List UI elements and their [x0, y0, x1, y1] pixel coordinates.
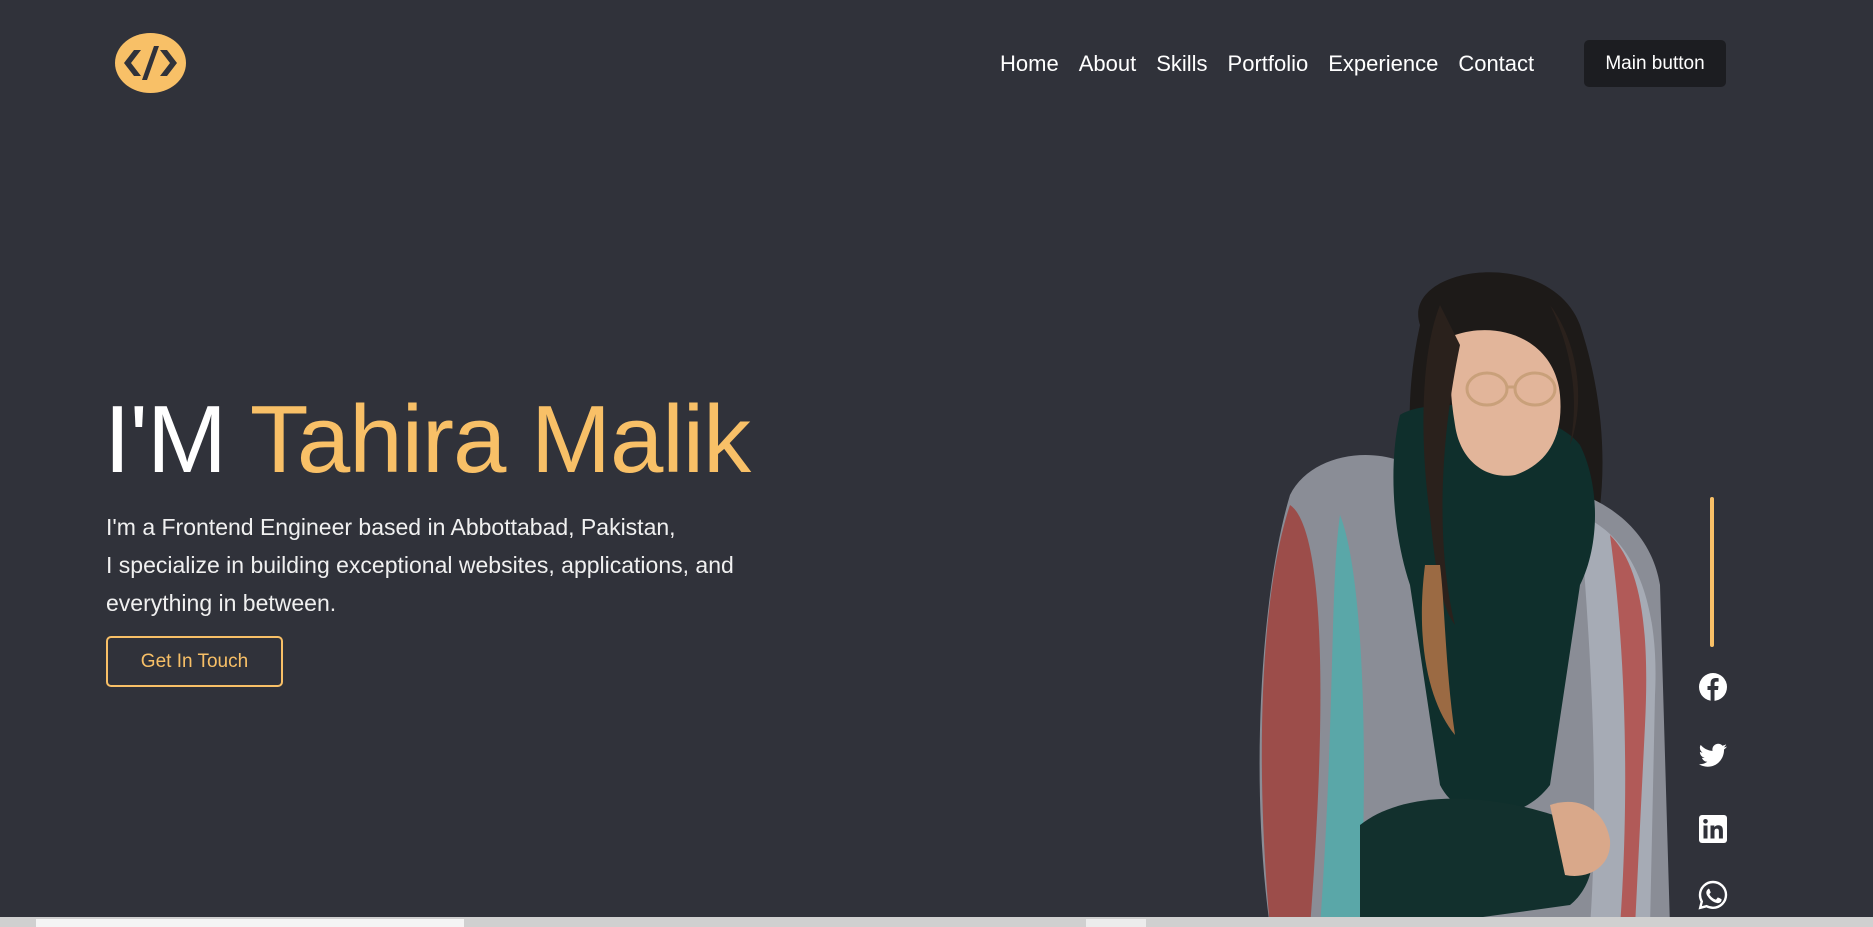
code-brackets-icon: [115, 33, 186, 93]
nav-contact[interactable]: Contact: [1458, 48, 1534, 80]
social-rail-line: [1710, 497, 1714, 647]
hero-title: I'M Tahira Malik: [104, 382, 751, 498]
get-in-touch-button[interactable]: Get In Touch: [106, 636, 283, 687]
taskbar-segment: [36, 919, 464, 927]
hero-description: I'm a Frontend Engineer based in Abbotta…: [106, 508, 786, 622]
hero-title-prefix: I'M: [104, 386, 250, 493]
facebook-icon[interactable]: [1698, 672, 1728, 702]
portrait-photo: [1250, 265, 1680, 927]
main-nav: Home About Skills Portfolio Experience C…: [1000, 48, 1534, 80]
os-taskbar: [0, 917, 1873, 927]
nav-skills[interactable]: Skills: [1156, 48, 1207, 80]
nav-about[interactable]: About: [1079, 48, 1137, 80]
portfolio-page: Home About Skills Portfolio Experience C…: [0, 0, 1873, 927]
hero-title-name: Tahira Malik: [249, 386, 751, 493]
nav-home[interactable]: Home: [1000, 48, 1059, 80]
hero-description-line: everything in between.: [106, 590, 337, 616]
taskbar-clock: [1757, 917, 1817, 927]
logo[interactable]: [114, 32, 187, 94]
nav-portfolio[interactable]: Portfolio: [1228, 48, 1309, 80]
hero-description-line: I specialize in building exceptional web…: [106, 552, 734, 578]
main-button[interactable]: Main button: [1584, 40, 1726, 87]
twitter-icon[interactable]: [1698, 740, 1728, 770]
nav-experience[interactable]: Experience: [1328, 48, 1438, 80]
portrait-illustration: [1259, 272, 1670, 927]
hero-description-line: I'm a Frontend Engineer based in Abbotta…: [106, 514, 676, 540]
linkedin-icon[interactable]: [1698, 814, 1728, 844]
taskbar-segment: [1086, 919, 1146, 927]
whatsapp-icon[interactable]: [1698, 880, 1728, 910]
